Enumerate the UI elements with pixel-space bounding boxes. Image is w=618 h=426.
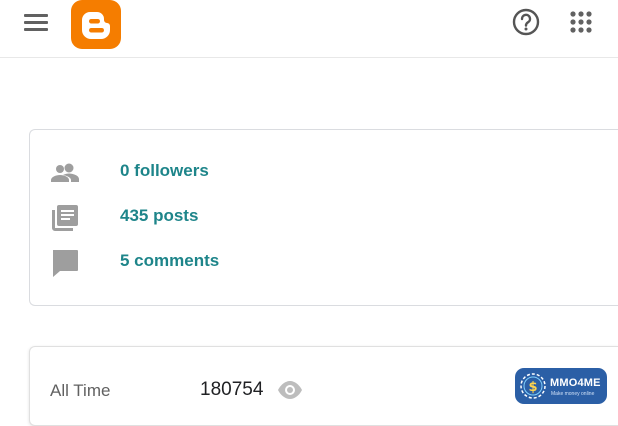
followers-link[interactable]: 0 followers <box>120 161 209 181</box>
blogger-logo[interactable] <box>71 0 121 49</box>
period-label: All Time <box>50 381 111 400</box>
posts-link[interactable]: 435 posts <box>120 206 198 226</box>
comments-row: 5 comments <box>50 248 470 278</box>
svg-text:$: $ <box>528 380 537 395</box>
eye-icon <box>278 381 302 399</box>
dollar-coin-icon: $ <box>520 373 546 399</box>
badge-brand: MMO4ME <box>550 377 601 389</box>
comment-icon <box>53 250 78 277</box>
posts-library-icon <box>52 205 78 231</box>
followers-row: 0 followers <box>50 158 470 188</box>
apps-grid-icon[interactable] <box>567 8 595 36</box>
hamburger-menu-icon[interactable] <box>22 10 50 36</box>
help-circle-icon[interactable] <box>510 6 542 38</box>
comments-link[interactable]: 5 comments <box>120 251 219 271</box>
mmo4me-badge[interactable]: $ MMO4ME Make money online <box>515 368 607 404</box>
posts-row: 435 posts <box>50 203 470 233</box>
people-icon <box>51 163 79 182</box>
top-app-bar <box>0 0 618 58</box>
blog-stats-card: 0 followers 435 posts 5 comments <box>29 129 618 306</box>
badge-tagline: Make money online <box>551 391 595 397</box>
pageview-count: 180754 <box>200 379 264 400</box>
